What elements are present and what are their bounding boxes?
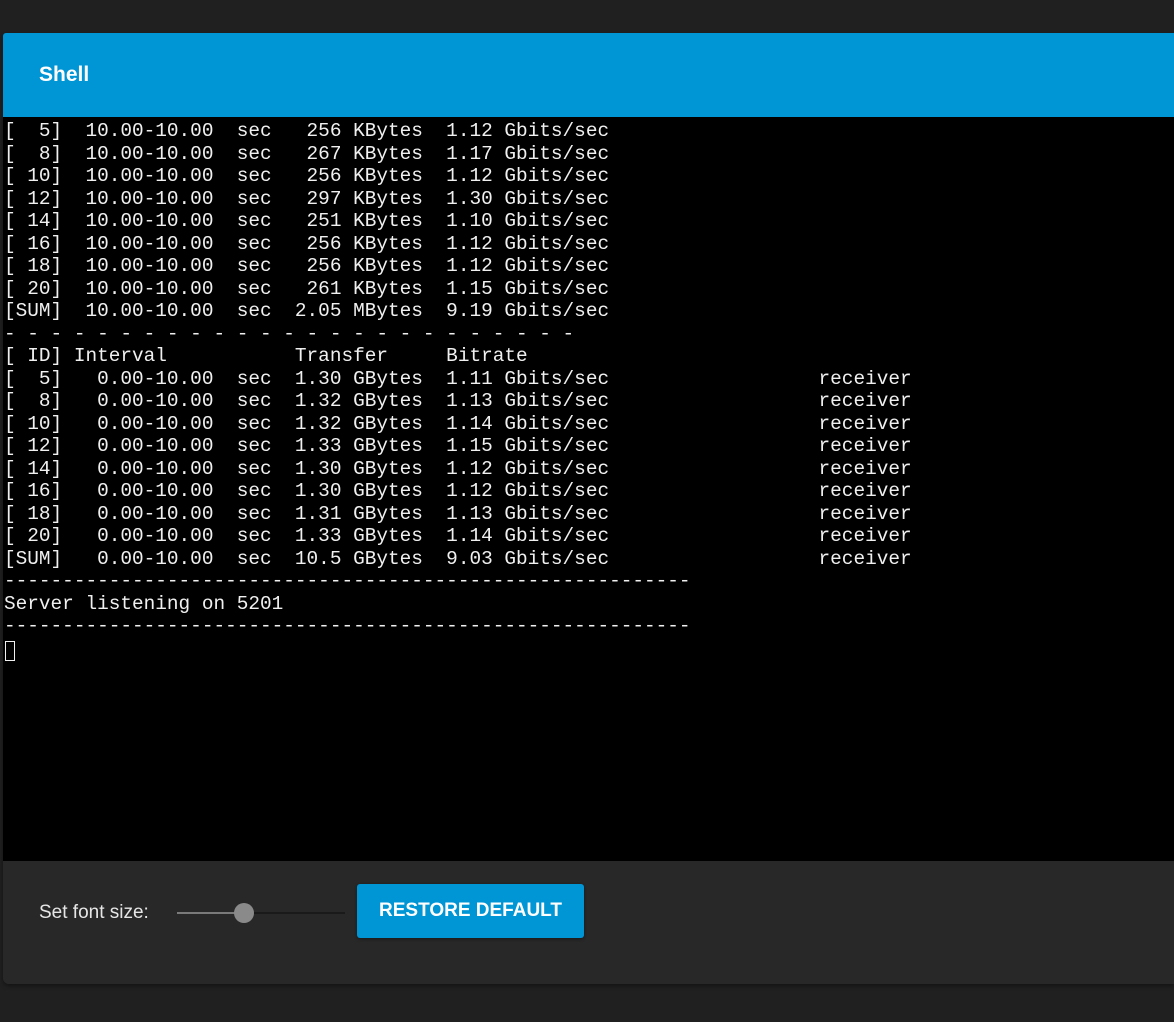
shell-card: Shell [ 5] 10.00-10.00 sec 256 KBytes 1.… <box>3 33 1174 984</box>
terminal-output[interactable]: [ 5] 10.00-10.00 sec 256 KBytes 1.12 Gbi… <box>3 117 1174 861</box>
terminal-line: [ 18] 10.00-10.00 sec 256 KBytes 1.12 Gb… <box>4 255 610 277</box>
terminal-line: [SUM] 0.00-10.00 sec 10.5 GBytes 9.03 Gb… <box>4 547 912 570</box>
terminal-line: [ 14] 0.00-10.00 sec 1.30 GBytes 1.12 Gb… <box>4 457 912 480</box>
terminal-line: [ 20] 0.00-10.00 sec 1.33 GBytes 1.14 Gb… <box>4 525 912 547</box>
terminal-line: [ 20] 10.00-10.00 sec 261 KBytes 1.15 Gb… <box>4 277 610 300</box>
terminal-prompt-line <box>4 638 912 661</box>
terminal-line: [SUM] 10.00-10.00 sec 2.05 MBytes 9.19 G… <box>4 300 610 322</box>
restore-default-button[interactable]: RESTORE DEFAULT <box>357 884 584 938</box>
terminal-line: [ 5] 10.00-10.00 sec 256 KBytes 1.12 Gbi… <box>4 120 610 142</box>
terminal-line: - - - - - - - - - - - - - - - - - - - - … <box>4 322 575 345</box>
terminal-line: [ 12] 0.00-10.00 sec 1.33 GBytes 1.15 Gb… <box>4 435 912 457</box>
font-size-label: Set font size: <box>39 902 149 923</box>
terminal-line: [ ID] Interval Transfer Bitrate <box>4 345 528 367</box>
terminal-lines: [ 5] 10.00-10.00 sec 256 KBytes 1.12 Gbi… <box>4 120 912 661</box>
terminal-line: [ 8] 10.00-10.00 sec 267 KBytes 1.17 Gbi… <box>4 142 610 165</box>
terminal-line: [ 16] 10.00-10.00 sec 256 KBytes 1.12 Gb… <box>4 232 610 255</box>
terminal-line: Server listening on 5201 <box>4 592 284 615</box>
terminal-line: [ 18] 0.00-10.00 sec 1.31 GBytes 1.13 Gb… <box>4 502 912 525</box>
page-title: Shell <box>39 63 90 86</box>
terminal-line: [ 16] 0.00-10.00 sec 1.30 GBytes 1.12 Gb… <box>4 480 912 502</box>
slider-thumb[interactable] <box>234 903 254 923</box>
shell-footer: Set font size: RESTORE DEFAULT <box>3 861 1174 984</box>
terminal-line: ----------------------------------------… <box>4 615 691 637</box>
shell-header: Shell <box>3 33 1174 117</box>
terminal-line: [ 12] 10.00-10.00 sec 297 KBytes 1.30 Gb… <box>4 187 610 210</box>
font-size-slider[interactable] <box>177 901 345 925</box>
terminal-line: [ 10] 0.00-10.00 sec 1.32 GBytes 1.14 Gb… <box>4 412 912 435</box>
terminal-cursor <box>5 640 15 661</box>
terminal-line: [ 8] 0.00-10.00 sec 1.32 GBytes 1.13 Gbi… <box>4 390 912 412</box>
terminal-line: [ 14] 10.00-10.00 sec 251 KBytes 1.10 Gb… <box>4 210 610 232</box>
terminal-line: [ 5] 0.00-10.00 sec 1.30 GBytes 1.11 Gbi… <box>4 367 912 390</box>
terminal-line: ----------------------------------------… <box>4 570 691 592</box>
terminal-line: [ 10] 10.00-10.00 sec 256 KBytes 1.12 Gb… <box>4 165 610 187</box>
